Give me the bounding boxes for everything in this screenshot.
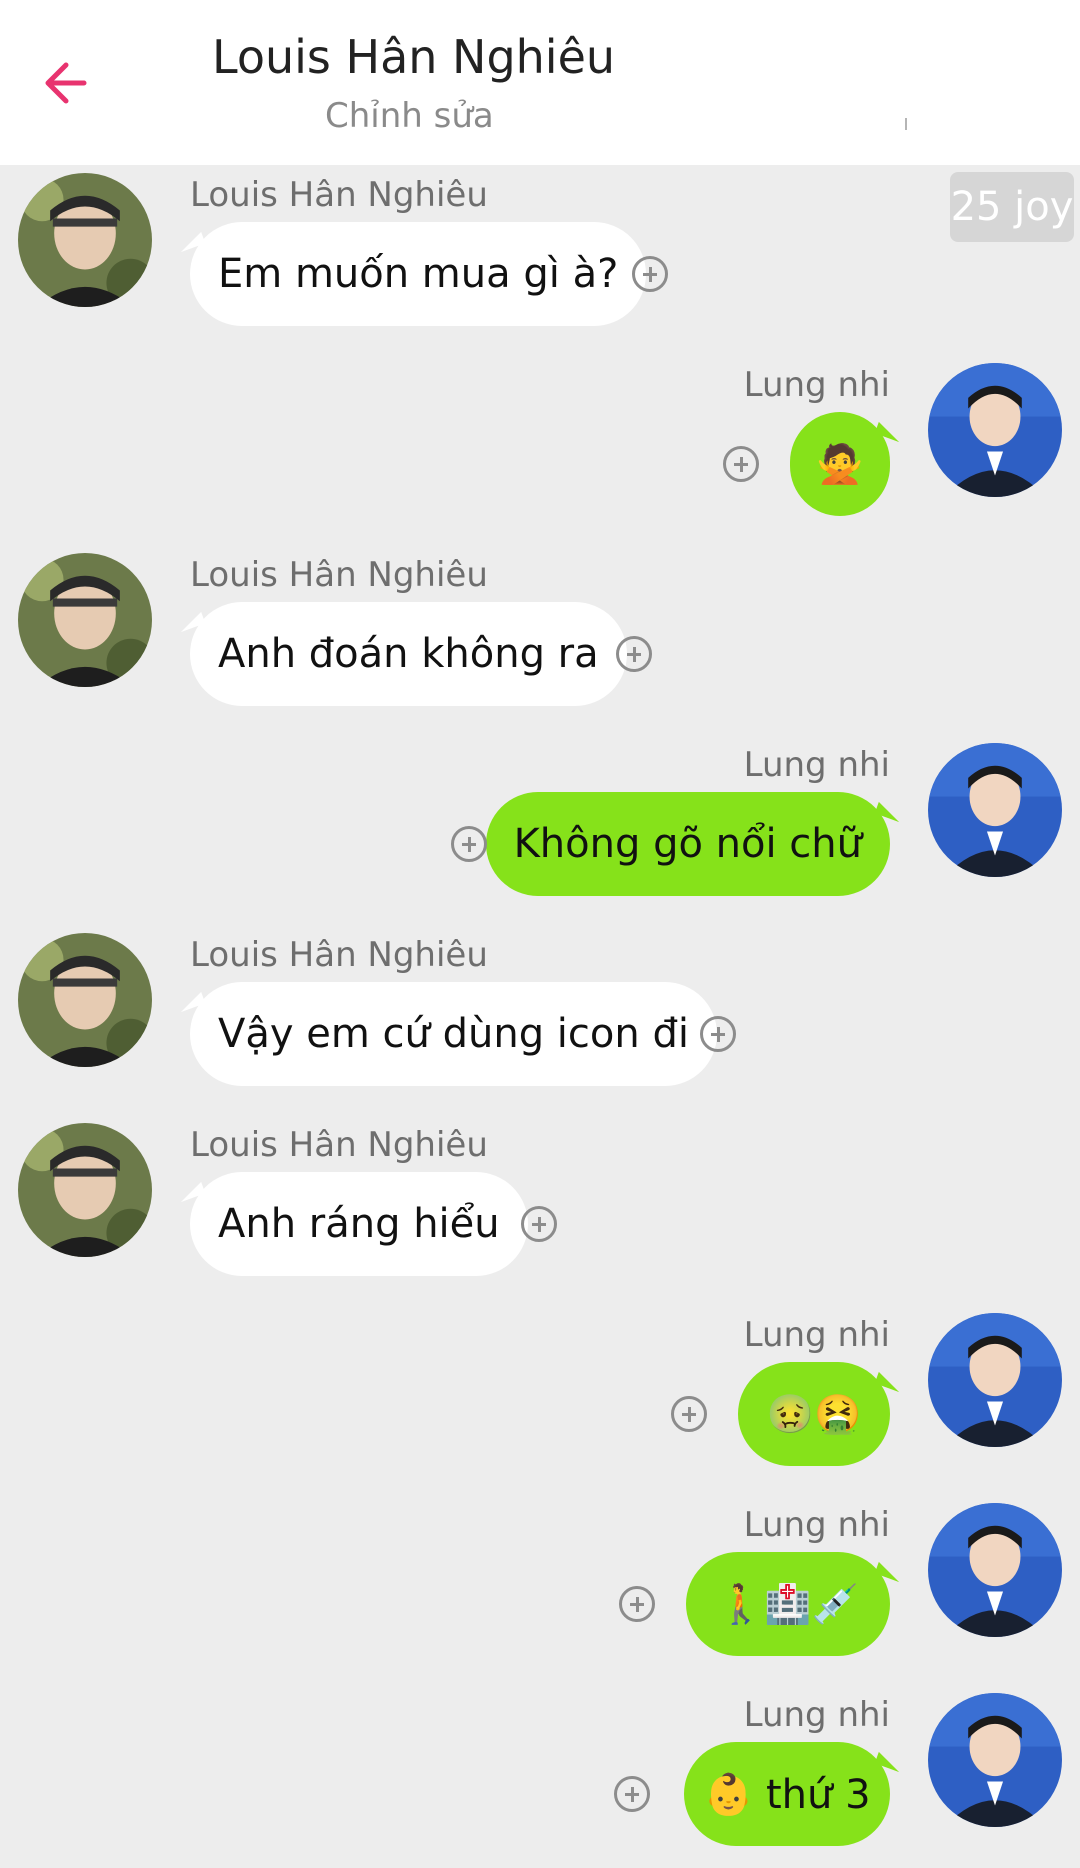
add-reaction-icon[interactable]	[451, 826, 487, 862]
add-reaction-icon[interactable]	[671, 1396, 707, 1432]
sender-name: Lung nhi	[743, 365, 890, 405]
message-row-incoming: Louis Hân Nghiêu Anh đoán không ra	[0, 545, 1080, 706]
chat-header: Louis Hân Nghiêu Chỉnh sửa	[0, 0, 1080, 165]
add-reaction-icon[interactable]	[700, 1016, 736, 1052]
avatar-lung-nhi[interactable]	[928, 743, 1062, 877]
avatar-louis[interactable]	[18, 1123, 152, 1257]
avatar-lung-nhi[interactable]	[928, 363, 1062, 497]
add-reaction-icon[interactable]	[616, 636, 652, 672]
sender-name: Louis Hân Nghiêu	[190, 1125, 488, 1165]
add-reaction-icon[interactable]	[521, 1206, 557, 1242]
header-divider-mark	[905, 118, 907, 130]
message-bubble[interactable]: Em muốn mua gì à?	[190, 222, 647, 326]
message-row-outgoing: Lung nhi 🤢🤮	[0, 1305, 1080, 1466]
message-row-outgoing: Lung nhi 🚶🏥💉	[0, 1495, 1080, 1656]
avatar-lung-nhi[interactable]	[928, 1503, 1062, 1637]
message-bubble[interactable]: Anh ráng hiểu	[190, 1172, 528, 1276]
sender-name: Lung nhi	[743, 1315, 890, 1355]
sender-name: Lung nhi	[743, 1695, 890, 1735]
sender-name: Lung nhi	[743, 1505, 890, 1545]
sender-name: Lung nhi	[743, 745, 890, 785]
sender-name: Louis Hân Nghiêu	[190, 555, 488, 595]
message-row-incoming: Louis Hân Nghiêu Vậy em cứ dùng icon đi	[0, 925, 1080, 1086]
message-bubble[interactable]: 👶 thứ 3	[684, 1742, 890, 1846]
avatar-lung-nhi[interactable]	[928, 1693, 1062, 1827]
add-reaction-icon[interactable]	[723, 446, 759, 482]
message-bubble[interactable]: Không gõ nổi chữ	[485, 792, 890, 896]
edit-subtitle[interactable]: Chỉnh sửa	[325, 96, 494, 136]
message-row-incoming: Louis Hân Nghiêu Anh ráng hiểu	[0, 1115, 1080, 1276]
message-bubble[interactable]: 🚶🏥💉	[686, 1552, 890, 1656]
avatar-louis[interactable]	[18, 553, 152, 687]
add-reaction-icon[interactable]	[614, 1776, 650, 1812]
avatar-louis[interactable]	[18, 173, 152, 307]
sender-name: Louis Hân Nghiêu	[190, 175, 488, 215]
avatar-lung-nhi[interactable]	[928, 1313, 1062, 1447]
contact-name-title[interactable]: Louis Hân Nghiêu	[212, 30, 615, 84]
message-row-incoming: Louis Hân Nghiêu Em muốn mua gì à?	[0, 165, 1080, 326]
add-reaction-icon[interactable]	[619, 1586, 655, 1622]
back-arrow-icon[interactable]	[38, 55, 94, 111]
avatar-louis[interactable]	[18, 933, 152, 1067]
message-bubble[interactable]: Anh đoán không ra	[190, 602, 627, 706]
message-row-outgoing: Lung nhi Không gõ nổi chữ	[0, 735, 1080, 896]
message-bubble[interactable]: 🙅	[790, 412, 890, 516]
add-reaction-icon[interactable]	[632, 256, 668, 292]
message-bubble[interactable]: 🤢🤮	[738, 1362, 890, 1466]
message-row-outgoing: Lung nhi 👶 thứ 3	[0, 1685, 1080, 1846]
message-row-outgoing: Lung nhi 🙅	[0, 355, 1080, 516]
message-list: Louis Hân Nghiêu Em muốn mua gì à? Lung …	[0, 165, 1080, 1868]
sender-name: Louis Hân Nghiêu	[190, 935, 488, 975]
message-bubble[interactable]: Vậy em cứ dùng icon đi	[190, 982, 717, 1086]
